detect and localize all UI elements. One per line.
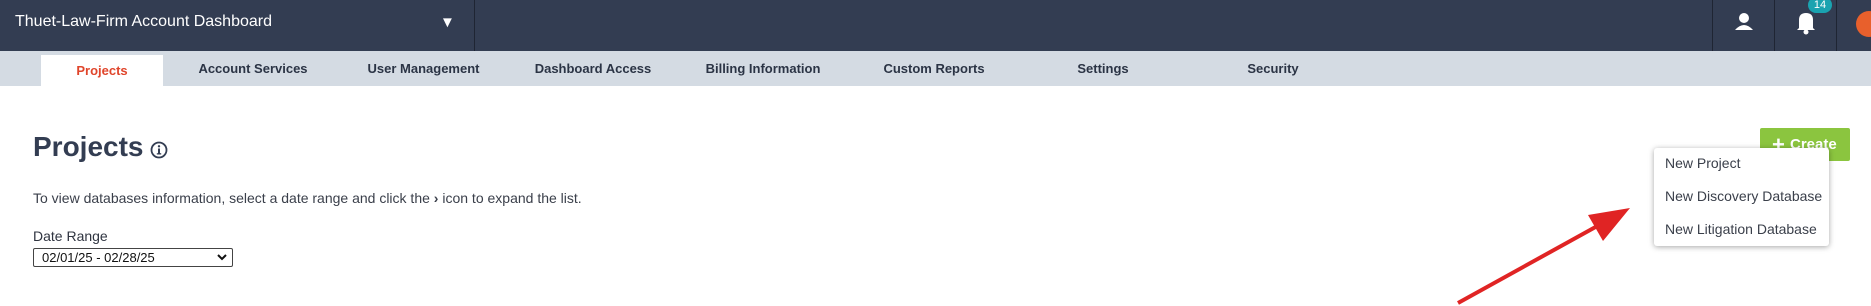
date-range-select[interactable]: 02/01/25 - 02/28/25 [33,248,233,267]
user-icon [1735,13,1753,30]
create-dropdown-menu: New Project New Discovery Database New L… [1654,148,1829,246]
date-range-value: 02/01/25 - 02/28/25 [42,250,155,265]
tab-custom-reports[interactable]: Custom Reports [878,51,990,86]
chevron-right-icon: › [433,190,439,206]
notification-count-badge: 14 [1808,0,1832,13]
top-bar: Thuet-Law-Firm Account Dashboard ▼ 14 [0,0,1871,51]
tab-dashboard-access[interactable]: Dashboard Access [532,51,654,86]
instructions-part-2: icon to expand the list. [442,190,582,206]
date-range-label: Date Range [33,228,108,244]
tab-user-management[interactable]: User Management [362,51,485,86]
user-button[interactable] [1712,0,1774,51]
account-switcher[interactable]: Thuet-Law-Firm Account Dashboard ▼ [0,0,475,51]
instructions-text: To view databases information, select a … [33,190,582,206]
tab-account-services[interactable]: Account Services [193,51,313,86]
tab-security[interactable]: Security [1238,51,1308,86]
account-title: Thuet-Law-Firm Account Dashboard [15,13,272,30]
tab-settings[interactable]: Settings [1068,51,1138,86]
chevron-down-icon [217,254,227,261]
info-icon[interactable] [150,141,168,159]
chevron-down-icon[interactable]: ▼ [440,14,455,31]
menu-item-new-project[interactable]: New Project [1665,155,1740,171]
page-title: Projects [33,131,144,162]
main-nav: Projects Account Services User Managemen… [0,51,1871,86]
menu-item-new-litigation-database[interactable]: New Litigation Database [1665,221,1817,237]
tab-billing-information[interactable]: Billing Information [700,51,826,86]
menu-item-new-discovery-database[interactable]: New Discovery Database [1665,188,1822,204]
instructions-part-1: To view databases information, select a … [33,190,430,206]
tab-projects[interactable]: Projects [41,55,163,86]
annotation-arrow [1457,208,1630,305]
